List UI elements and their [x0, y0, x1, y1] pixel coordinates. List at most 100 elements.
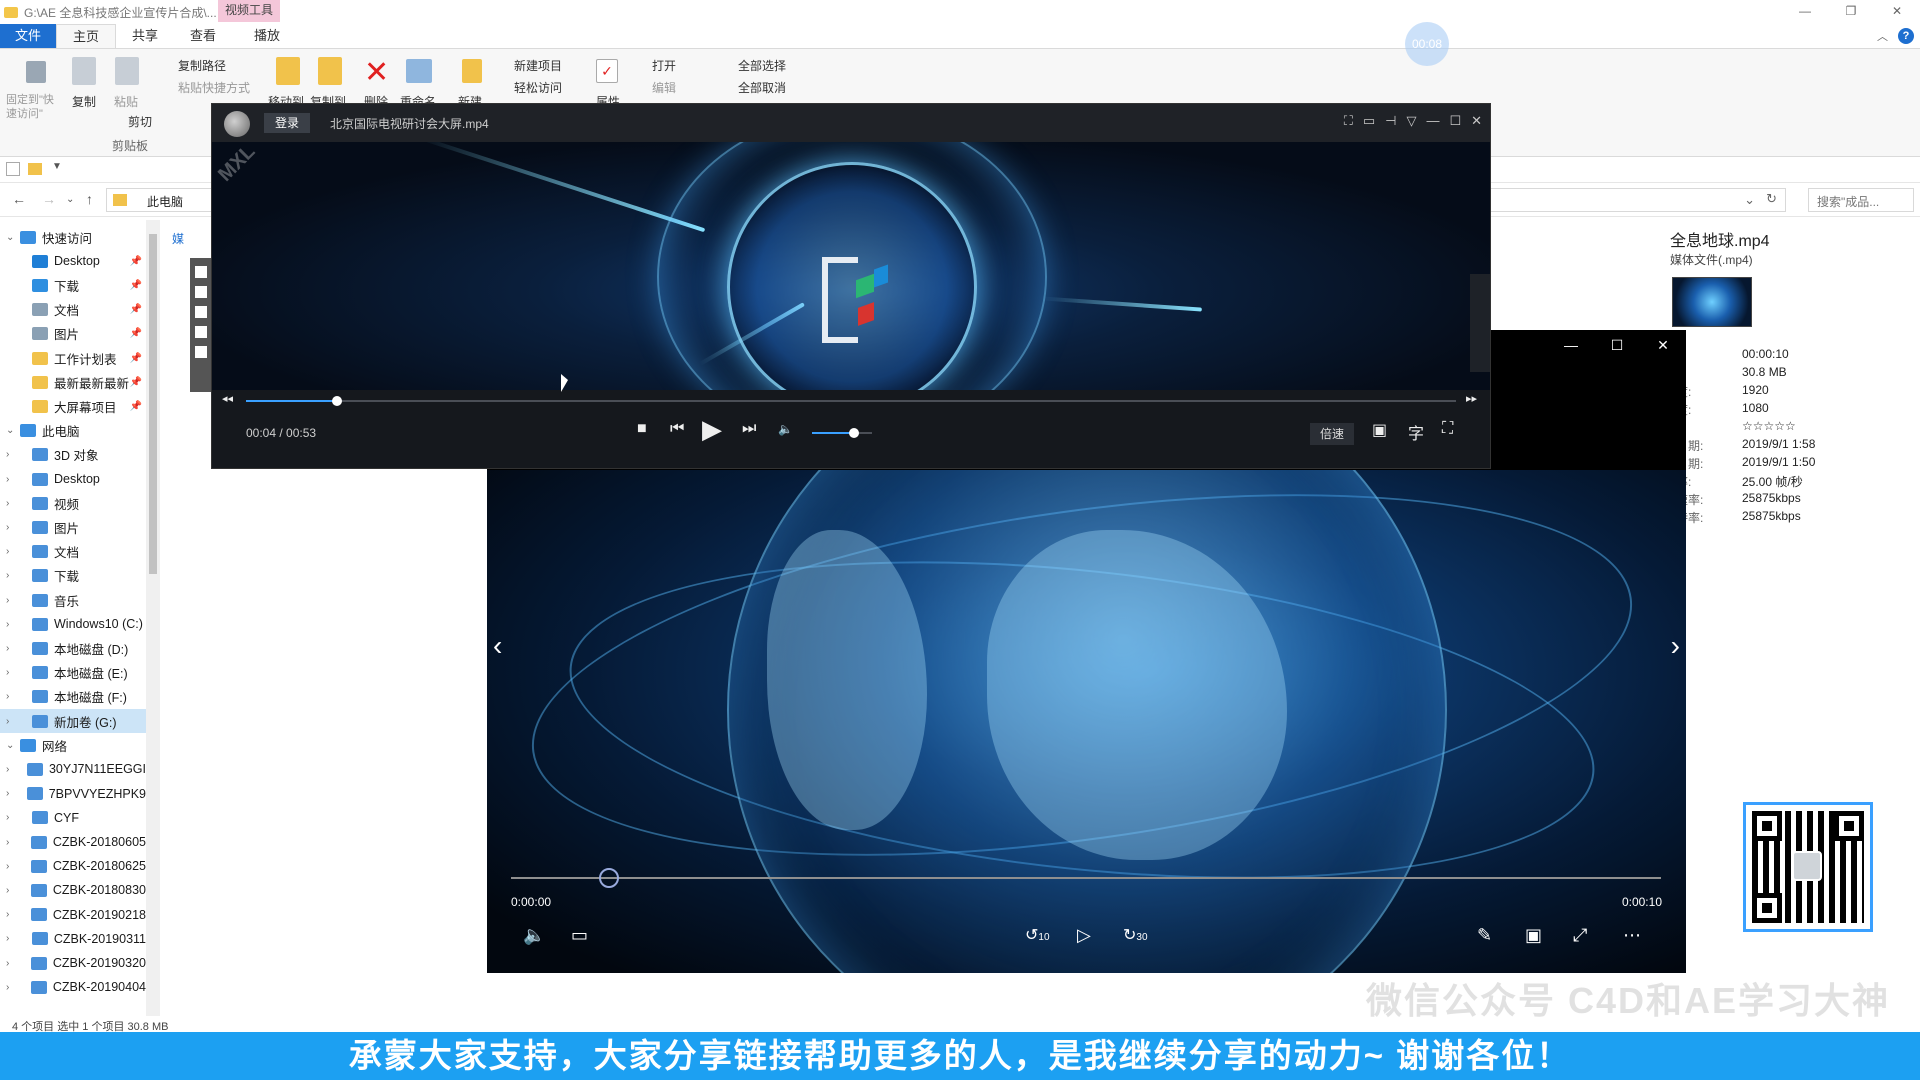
easy-access-button[interactable]: 轻松访问 [514, 79, 562, 96]
player-fullscreen-icon[interactable]: ⛶ [1442, 420, 1453, 438]
nav-item[interactable]: ⌄ 快速访问 [0, 225, 146, 249]
skip-forward-icon[interactable]: ↻30 [1123, 925, 1148, 945]
qat-folder-icon[interactable] [28, 163, 42, 175]
player-seek-knob[interactable] [331, 396, 342, 406]
nav-item[interactable]: 工作计划表 📌 [0, 346, 146, 370]
nav-item[interactable]: › Windows10 (C:) [0, 612, 146, 636]
pin-top-icon[interactable]: ⊣ [1385, 113, 1396, 129]
context-tab-video-tools[interactable]: 视频工具 [218, 0, 280, 22]
pin-icon[interactable]: 📌 [130, 353, 142, 364]
nav-item[interactable]: › 下载 [0, 564, 146, 588]
close-button[interactable]: ✕ [1874, 0, 1920, 24]
copy-path-button[interactable]: 复制路径 [178, 57, 226, 74]
expand-chevron-icon[interactable]: › [6, 764, 13, 775]
player-minimize-button[interactable]: — [1426, 113, 1439, 129]
forward-icon[interactable]: → [42, 191, 56, 207]
nav-item[interactable]: › CZBK-20190311 [0, 927, 146, 951]
movies-play-icon[interactable]: ▷ [1077, 925, 1091, 946]
open-folder-icon[interactable]: ▭ [1363, 113, 1375, 129]
expand-chevron-icon[interactable]: › [6, 595, 18, 606]
nav-item[interactable]: › CYF [0, 806, 146, 830]
nav-item[interactable]: › 视频 [0, 491, 146, 515]
more-icon[interactable]: ⋯ [1623, 925, 1641, 946]
recent-chevron-icon[interactable]: ⌄ [66, 194, 74, 205]
captions-icon[interactable]: ▭ [571, 925, 588, 946]
expand-chevron-icon[interactable]: ⌄ [6, 740, 18, 751]
pin-icon[interactable]: 📌 [130, 401, 142, 412]
pin-icon[interactable]: 📌 [130, 256, 142, 267]
refresh-icon[interactable]: ↻ [1766, 191, 1777, 207]
pin-icon[interactable]: 📌 [130, 328, 142, 339]
expand-chevron-icon[interactable]: › [6, 861, 17, 872]
select-all-button[interactable]: 全部选择 [738, 57, 786, 74]
nav-item[interactable]: 大屏幕项目 📌 [0, 394, 146, 418]
select-none-button[interactable]: 全部取消 [738, 79, 786, 96]
movies-minimize-button[interactable]: — [1548, 330, 1594, 360]
player-seek-bar[interactable] [246, 396, 1456, 406]
address-dropdown-icon[interactable]: ⌄ [1744, 192, 1755, 208]
nav-scroll-thumb[interactable] [149, 234, 157, 574]
expand-chevron-icon[interactable]: › [6, 982, 17, 993]
back-icon[interactable]: ← [12, 191, 26, 207]
nav-item[interactable]: Desktop 📌 [0, 249, 146, 273]
up-icon[interactable]: ↑ [86, 191, 93, 207]
expand-chevron-icon[interactable]: › [6, 812, 18, 823]
expand-chevron-icon[interactable]: › [6, 498, 18, 509]
player-close-button[interactable]: ✕ [1471, 113, 1482, 129]
nav-item[interactable]: › 本地磁盘 (F:) [0, 685, 146, 709]
nav-item[interactable]: › CZBK-20180830 [0, 878, 146, 902]
pin-quick-access-button[interactable]: 固定到"快速访问" [6, 93, 62, 121]
nav-item[interactable]: › 3D 对象 [0, 443, 146, 467]
expand-chevron-icon[interactable]: › [6, 837, 17, 848]
skip-back-icon[interactable]: ↺10 [1025, 925, 1050, 945]
qat-properties-icon[interactable] [6, 162, 20, 176]
movies-close-button[interactable]: ✕ [1640, 330, 1686, 360]
tab-view[interactable]: 查看 [174, 24, 232, 48]
expand-chevron-icon[interactable]: › [6, 546, 18, 557]
help-icon[interactable]: ? [1898, 28, 1914, 44]
stop-icon[interactable]: ■ [637, 420, 647, 438]
nav-item[interactable]: › CZBK-20180605 [0, 830, 146, 854]
pin-icon[interactable]: 📌 [130, 304, 142, 315]
tab-file[interactable]: 文件 [0, 24, 56, 48]
expand-chevron-icon[interactable]: › [6, 885, 17, 896]
tab-share[interactable]: 共享 [116, 24, 174, 48]
nav-item[interactable]: › CZBK-20190320 [0, 951, 146, 975]
expand-chevron-icon[interactable]: › [6, 643, 18, 654]
nav-item[interactable]: › 文档 [0, 540, 146, 564]
rewind-icon[interactable]: ◂◂ [222, 392, 233, 405]
nav-item[interactable]: › CZBK-20190404 [0, 975, 146, 999]
previous-icon[interactable]: ⏮ [670, 420, 684, 438]
nav-item[interactable]: 下载 📌 [0, 273, 146, 297]
nav-item[interactable]: 文档 📌 [0, 298, 146, 322]
movies-prev-arrow-icon[interactable]: ‹ [493, 630, 502, 662]
expand-chevron-icon[interactable]: › [6, 691, 18, 702]
nav-item[interactable]: › 本地磁盘 (E:) [0, 661, 146, 685]
cut-button[interactable]: 剪切 [128, 113, 152, 130]
expand-chevron-icon[interactable]: › [6, 933, 18, 944]
expand-chevron-icon[interactable]: ⌄ [6, 425, 18, 436]
screenshot-icon[interactable]: ⛶ [1344, 113, 1353, 129]
expand-chevron-icon[interactable]: › [6, 667, 18, 678]
playlist-toggle-tab[interactable] [1470, 274, 1490, 372]
restore-button[interactable]: ❐ [1828, 0, 1874, 24]
expand-chevron-icon[interactable]: › [6, 909, 17, 920]
nav-item[interactable]: ⌄ 网络 [0, 733, 146, 757]
next-icon[interactable]: ⏭ [742, 420, 756, 438]
expand-chevron-icon[interactable]: › [6, 449, 18, 460]
paste-button[interactable]: 粘贴 [114, 93, 138, 110]
content-header[interactable]: 媒 [172, 230, 184, 247]
movies-seek-bar[interactable] [511, 868, 1661, 888]
nav-item[interactable]: › CZBK-20190218 [0, 903, 146, 927]
movies-next-arrow-icon[interactable]: › [1671, 630, 1680, 662]
play-icon[interactable]: ▶ [702, 414, 722, 445]
fullscreen-icon[interactable]: ⤢ [1573, 925, 1587, 946]
expand-chevron-icon[interactable]: › [6, 958, 17, 969]
nav-item[interactable]: ⌄ 此电脑 [0, 419, 146, 443]
nav-scrollbar[interactable] [146, 220, 160, 1016]
ribbon-collapse-icon[interactable]: ︿ [1877, 28, 1888, 44]
player-video-frame[interactable]: MXL [212, 142, 1490, 390]
menu-dropdown-icon[interactable]: ▽ [1406, 113, 1416, 129]
movies-maximize-button[interactable]: ☐ [1594, 330, 1640, 360]
movies-seek-knob[interactable] [598, 868, 619, 888]
